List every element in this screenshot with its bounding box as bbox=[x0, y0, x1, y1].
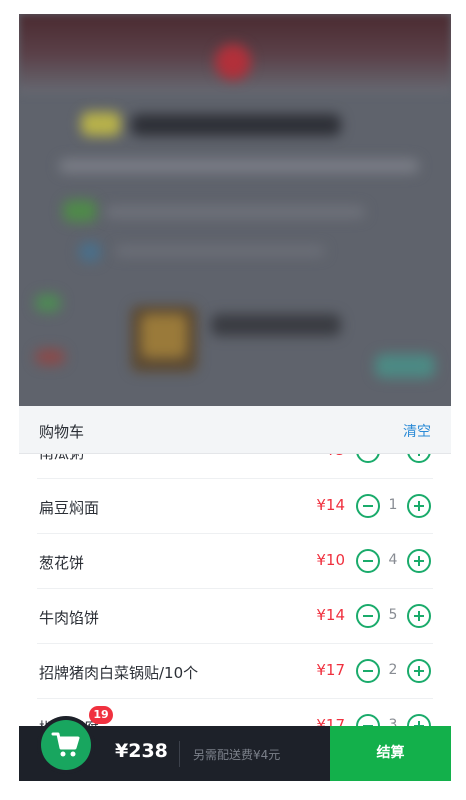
cart-toggle-button[interactable]: 19 bbox=[37, 706, 113, 774]
checkout-button[interactable]: 结算 bbox=[330, 726, 451, 781]
backdrop-badge bbox=[79, 242, 101, 262]
backdrop-button bbox=[375, 354, 435, 378]
item-quantity: 5 bbox=[388, 607, 398, 623]
item-price: ¥5 bbox=[326, 454, 345, 459]
delivery-fee-note: 另需配送费¥4元 bbox=[193, 748, 281, 762]
checkout-bar: 19 ¥238 另需配送费¥4元 结算 bbox=[19, 706, 451, 781]
increase-quantity-button[interactable] bbox=[407, 494, 431, 518]
increase-quantity-button[interactable] bbox=[407, 454, 431, 463]
decrease-quantity-button[interactable] bbox=[356, 454, 380, 463]
item-price: ¥10 bbox=[316, 551, 345, 569]
decrease-quantity-button[interactable] bbox=[356, 494, 380, 518]
backdrop-badge bbox=[35, 349, 65, 365]
item-price: ¥14 bbox=[316, 496, 345, 514]
item-quantity: 3 bbox=[388, 717, 398, 726]
cart-count-badge: 19 bbox=[89, 706, 113, 724]
backdrop-badge bbox=[35, 294, 61, 312]
cart-header: 购物车 清空 bbox=[19, 406, 451, 454]
backdrop-text bbox=[211, 314, 341, 336]
list-item: 牛肉馅饼 ¥14 5 bbox=[37, 589, 433, 644]
increase-quantity-button[interactable] bbox=[407, 714, 431, 726]
item-name: 南瓜粥 bbox=[39, 454, 84, 463]
backdrop-line bbox=[59, 159, 419, 173]
divider bbox=[179, 741, 180, 767]
item-name: 牛肉馅饼 bbox=[39, 609, 100, 627]
item-name: 葱花饼 bbox=[39, 554, 85, 572]
backdrop-text bbox=[115, 246, 325, 256]
clear-cart-button[interactable]: 清空 bbox=[403, 421, 431, 441]
list-item: 葱花饼 ¥10 4 bbox=[37, 534, 433, 589]
app-frame: 购物车 清空 南瓜粥 ¥5 1 扁豆焖面 ¥14 1 葱花饼 ¥10 4 牛肉馅… bbox=[19, 14, 451, 781]
list-item: 南瓜粥 ¥5 1 bbox=[37, 454, 433, 479]
item-quantity: 2 bbox=[388, 662, 398, 678]
list-item: 招牌猪肉白菜锅贴/10个 ¥17 2 bbox=[37, 644, 433, 699]
increase-quantity-button[interactable] bbox=[407, 549, 431, 573]
decrease-quantity-button[interactable] bbox=[356, 549, 380, 573]
increase-quantity-button[interactable] bbox=[407, 659, 431, 683]
backdrop-text bbox=[105, 206, 365, 218]
list-item: 扁豆焖面 ¥14 1 bbox=[37, 479, 433, 534]
cart-item-list[interactable]: 南瓜粥 ¥5 1 扁豆焖面 ¥14 1 葱花饼 ¥10 4 牛肉馅饼 ¥14 5 bbox=[19, 454, 451, 726]
item-name: 扁豆焖面 bbox=[39, 499, 100, 517]
blurred-page-backdrop bbox=[19, 14, 451, 406]
item-price: ¥17 bbox=[316, 716, 345, 726]
backdrop-food-image bbox=[141, 314, 187, 358]
item-price: ¥17 bbox=[316, 661, 345, 679]
decrease-quantity-button[interactable] bbox=[356, 714, 380, 726]
item-quantity: 4 bbox=[388, 552, 398, 568]
decrease-quantity-button[interactable] bbox=[356, 659, 380, 683]
item-price: ¥14 bbox=[316, 606, 345, 624]
backdrop-logo bbox=[215, 44, 251, 80]
cart-title: 购物车 bbox=[39, 423, 85, 441]
item-quantity: 1 bbox=[388, 497, 398, 513]
item-name: 招牌猪肉白菜锅贴/10个 bbox=[39, 664, 199, 682]
total-price: ¥238 bbox=[115, 740, 168, 762]
backdrop-badge bbox=[63, 200, 97, 222]
backdrop-tag bbox=[81, 112, 121, 136]
decrease-quantity-button[interactable] bbox=[356, 604, 380, 628]
increase-quantity-button[interactable] bbox=[407, 604, 431, 628]
item-quantity: 1 bbox=[382, 454, 404, 458]
backdrop-title bbox=[131, 114, 341, 136]
shopping-cart-icon bbox=[51, 732, 80, 757]
